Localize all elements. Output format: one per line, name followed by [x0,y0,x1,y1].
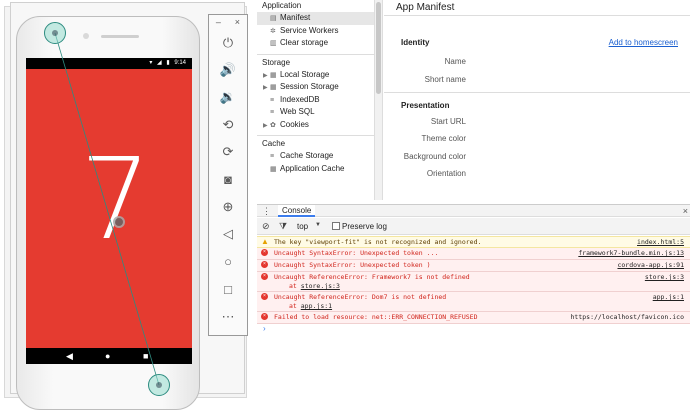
background-color-label: Background color [403,152,466,161]
rotate-left-icon[interactable]: ⟲ [209,111,247,138]
short-name-label: Short name [424,75,466,84]
sidebar-item-service-workers[interactable]: ✲ Service Workers [257,25,374,38]
console-message-warning: ▲ The key "viewport-fit" is not recogniz… [257,236,690,248]
scrollbar-thumb[interactable] [376,2,381,94]
manifest-pane: App Manifest Identity Add to homescreen … [384,0,690,200]
grid-icon: ▦ [270,165,277,173]
screen-root: ▾ ◢ ▮ 9:14 7 ◀ ● ■ – × ⏻ 🔊 🔉 ⟲ ⟳ ◙ ⊕ ◁ ○… [0,0,690,416]
grid-icon: ▦ [270,84,277,91]
android-emulator: ▾ ◢ ▮ 9:14 7 ◀ ● ■ – × ⏻ 🔊 🔉 ⟲ ⟳ ◙ ⊕ ◁ ○… [0,0,257,416]
source-link[interactable]: https://localhost/favicon.ico [571,313,685,321]
expand-triangle-icon[interactable]: ▶ [263,82,270,95]
toolbar-close-button[interactable]: × [235,17,240,27]
cookie-icon: ✿ [270,121,276,129]
source-link[interactable]: app.js:1 [653,293,684,301]
home-icon[interactable]: ○ [209,248,247,275]
sidebar-item-cookies[interactable]: ▶ ✿ Cookies [257,119,374,132]
sidebar-item-session-storage[interactable]: ▶ ▦ Session Storage [257,81,374,94]
error-icon: × [261,313,268,320]
error-icon: × [261,293,268,300]
file-icon: ▤ [270,15,277,22]
expand-triangle-icon[interactable]: ▶ [263,120,270,133]
section-divider [384,92,690,93]
clear-console-icon[interactable]: ⊘ [262,221,270,231]
power-icon[interactable]: ⏻ [209,29,247,56]
trace-link[interactable]: app.js:1 [301,302,332,310]
database-icon: ≡ [270,153,275,160]
application-sidebar: Application ▤ Manifest ✲ Service Workers ▥… [257,0,375,200]
chevron-down-icon[interactable]: ▼ [315,222,321,228]
console-message-error: × Uncaught SyntaxError: Unexpected token… [257,248,690,260]
sidebar-item-application-cache[interactable]: ▦ Application Cache [257,163,374,176]
overview-icon[interactable]: □ [209,276,247,303]
more-icon[interactable]: ⋯ [209,303,247,330]
tab-console[interactable]: Console [278,205,316,217]
emulator-toolbar: – × ⏻ 🔊 🔉 ⟲ ⟳ ◙ ⊕ ◁ ○ □ ⋯ [208,14,248,336]
rotate-right-icon[interactable]: ⟳ [209,139,247,166]
console-message-error: × Uncaught SyntaxError: Unexpected token… [257,260,690,272]
console-output: ▲ The key "viewport-fit" is not recogniz… [257,236,690,416]
page-title: App Manifest [384,0,690,16]
touch-point-bottom[interactable] [148,374,170,396]
orientation-label: Orientation [426,169,466,178]
source-link[interactable]: cordova-app.js:91 [617,261,684,269]
stack-trace: at store.js:3 [289,282,340,290]
sidebar-item-local-storage[interactable]: ▶ ▦ Local Storage [257,69,374,82]
sidebar-item-manifest[interactable]: ▤ Manifest [257,12,374,25]
drawer-menu-icon[interactable]: ⋮ [262,205,271,217]
source-link[interactable]: index.html:5 [637,238,684,246]
add-to-homescreen-link[interactable]: Add to homescreen [609,38,678,47]
stack-trace: at app.js:1 [289,302,333,310]
section-cache: Cache [262,139,286,148]
name-label: Name [444,57,466,66]
section-storage: Storage [262,57,291,67]
console-message-error: × Failed to load resource: net::ERR_CONN… [257,312,690,324]
console-prompt[interactable]: › [263,324,266,333]
source-link[interactable]: framework7-bundle.min.js:13 [578,249,684,257]
identity-heading: Identity [401,38,430,47]
sidebar-item-cache-storage[interactable]: ≡ Cache Storage [257,150,374,163]
sidebar-item-indexeddb[interactable]: ≡ IndexedDB [257,94,374,107]
warning-icon: ▲ [261,237,269,246]
error-icon: × [261,273,268,280]
trace-link[interactable]: store.js:3 [301,282,340,290]
database-icon: ≡ [270,109,275,116]
trash-icon: ▥ [270,40,277,47]
preserve-log-checkbox[interactable] [332,222,340,230]
sidebar-scrollbar[interactable] [375,0,383,200]
close-icon[interactable]: × [683,205,688,217]
expand-triangle-icon[interactable]: ▶ [263,70,270,83]
sidebar-item-clear-storage[interactable]: ▥ Clear storage [257,37,374,50]
toolbar-minimize-button[interactable]: – [216,17,221,27]
section-application: Application [262,1,302,10]
volume-up-icon[interactable]: 🔊 [209,56,247,83]
error-icon: × [261,261,268,268]
context-selector[interactable]: top [297,222,308,231]
sidebar-item-web-sql[interactable]: ≡ Web SQL [257,106,374,119]
preserve-log-label[interactable]: Preserve log [342,222,387,231]
zoom-icon[interactable]: ⊕ [209,193,247,220]
start-url-label: Start URL [430,117,466,126]
touch-point-top[interactable] [44,22,66,44]
drawer-tab-bar: ⋮ Console × [257,204,690,217]
source-link[interactable]: store.js:3 [645,273,684,281]
volume-down-icon[interactable]: 🔉 [209,84,247,111]
presentation-heading: Presentation [401,101,450,110]
console-message-error: × Uncaught ReferenceError: Dom7 is not d… [257,292,690,312]
error-icon: × [261,249,268,256]
console-toolbar: ⊘ ⧩ top ▼ Preserve log [257,218,690,235]
touch-link-line [54,32,160,386]
camera-icon[interactable]: ◙ [209,166,247,193]
filter-icon[interactable]: ⧩ [279,221,287,231]
theme-color-label: Theme color [421,134,466,143]
back-icon[interactable]: ◁ [209,221,247,248]
console-message-error: × Uncaught ReferenceError: Framework7 is… [257,272,690,292]
